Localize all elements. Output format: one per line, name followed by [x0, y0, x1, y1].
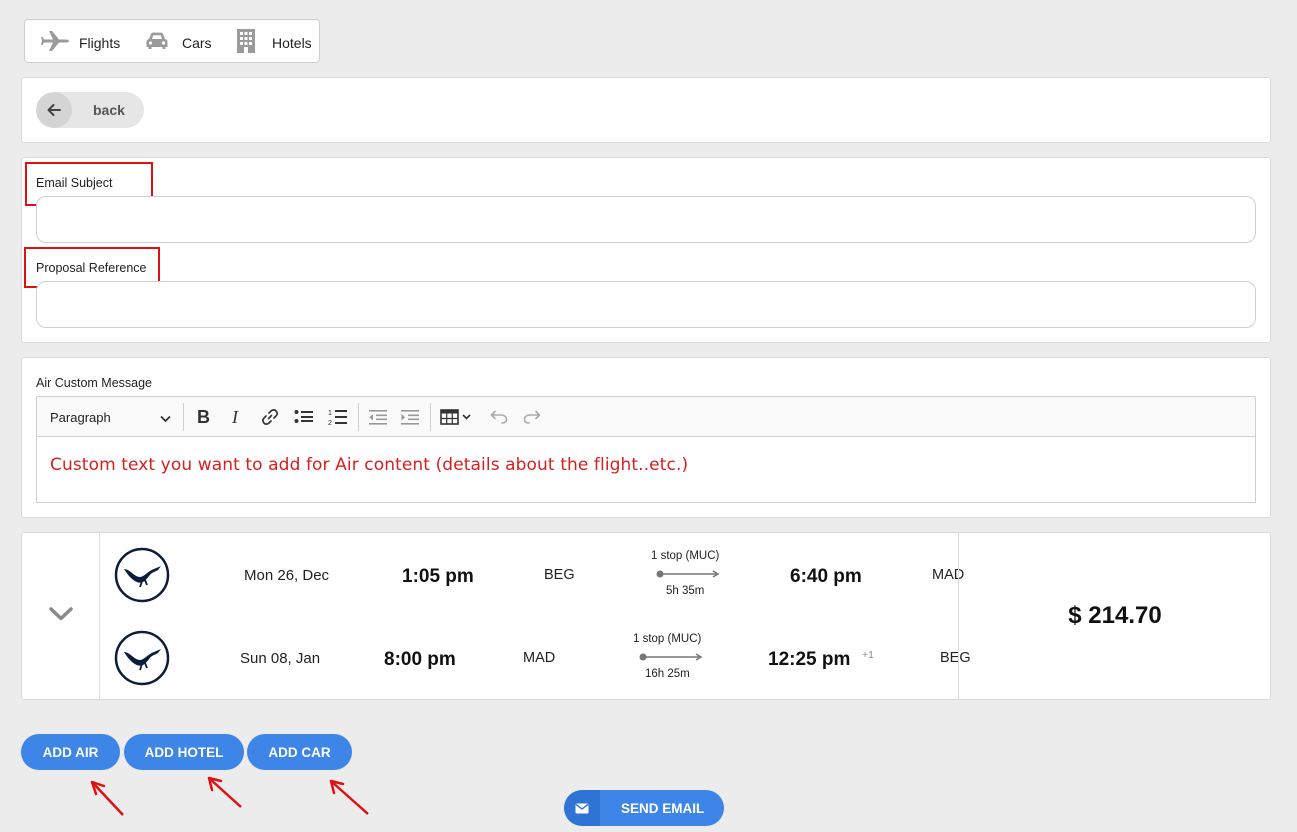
search-type-tabs: Flights Cars Hotels	[24, 19, 320, 63]
tab-flights[interactable]: Flights	[41, 20, 120, 62]
proposal-reference-label: Proposal Reference	[36, 261, 147, 275]
numbered-list-icon[interactable]: 12	[322, 397, 354, 437]
italic-icon[interactable]: I	[222, 397, 252, 437]
air-custom-message-label: Air Custom Message	[36, 376, 153, 390]
tab-cars-label: Cars	[182, 35, 212, 51]
tab-cars[interactable]: Cars	[145, 20, 212, 62]
editor-content-area[interactable]: Custom text you want to add for Air cont…	[36, 436, 1256, 503]
bold-icon[interactable]: B	[189, 397, 219, 437]
send-email-button[interactable]: SEND EMAIL	[564, 790, 724, 826]
svg-text:2: 2	[328, 420, 332, 426]
email-form-card: Email Subject Proposal Reference	[21, 157, 1271, 343]
annotation-arrow	[329, 779, 369, 815]
plane-icon	[41, 29, 69, 53]
lufthansa-logo-icon	[114, 547, 170, 608]
segment-origin: MAD	[523, 650, 556, 666]
lufthansa-logo-icon	[114, 630, 170, 691]
segment-depart-time: 8:00 pm	[384, 649, 456, 670]
svg-text:I: I	[231, 409, 239, 425]
block-format-value: Paragraph	[50, 409, 111, 425]
tab-flights-label: Flights	[79, 35, 121, 51]
annotation-arrow	[207, 776, 242, 808]
annotation-arrow	[90, 780, 124, 816]
envelope-icon	[564, 790, 600, 826]
segment-day-offset: +1	[862, 649, 874, 661]
outdent-icon[interactable]	[362, 397, 394, 437]
segment-stops: 1 stop (MUC)	[633, 633, 702, 645]
flight-segment-return: Sun 08, Jan 8:00 pm MAD 1 stop (MUC) 16h…	[100, 616, 971, 699]
segment-route-arrow	[656, 570, 720, 578]
segment-arrive-time: 12:25 pm	[768, 649, 851, 670]
send-email-label: SEND EMAIL	[621, 800, 705, 816]
tab-hotels-label: Hotels	[272, 35, 312, 51]
bulleted-list-icon[interactable]	[288, 397, 320, 437]
link-icon[interactable]	[255, 397, 285, 437]
building-icon	[235, 28, 257, 54]
indent-icon[interactable]	[394, 397, 426, 437]
flight-itinerary-card: Mon 26, Dec 1:05 pm BEG 1 stop (MUC) 5h …	[21, 532, 1271, 700]
segment-arrive-time: 6:40 pm	[790, 566, 862, 587]
toolbar-separator	[183, 403, 184, 431]
segment-origin: BEG	[544, 567, 575, 583]
svg-text:B: B	[197, 409, 210, 425]
segment-stops: 1 stop (MUC)	[651, 550, 720, 562]
toolbar-separator	[358, 403, 359, 431]
redo-icon[interactable]	[517, 397, 547, 437]
add-air-button[interactable]: ADD AIR	[21, 734, 120, 770]
segment-depart-time: 1:05 pm	[402, 566, 474, 587]
email-subject-input[interactable]	[36, 196, 1256, 243]
back-button[interactable]: back	[36, 92, 144, 128]
editor-toolbar: Paragraph B I 12	[36, 396, 1256, 436]
undo-icon[interactable]	[484, 397, 514, 437]
chevron-down-icon	[160, 411, 171, 426]
add-car-button[interactable]: ADD CAR	[247, 734, 352, 770]
car-icon	[145, 31, 169, 51]
segment-duration: 16h 25m	[645, 668, 690, 680]
expand-toggle[interactable]	[22, 533, 100, 699]
arrow-left-icon	[36, 92, 72, 128]
toolbar-separator	[430, 403, 431, 431]
air-custom-message-card: Air Custom Message Paragraph B I 12 Cust…	[21, 357, 1271, 518]
segment-duration: 5h 35m	[666, 585, 705, 597]
svg-text:1: 1	[328, 410, 332, 417]
email-subject-label: Email Subject	[36, 176, 113, 190]
price-column: $ 214.70	[958, 533, 1271, 699]
segment-date: Sun 08, Jan	[240, 650, 321, 667]
editor-content-text: Custom text you want to add for Air cont…	[50, 455, 689, 475]
total-price: $ 214.70	[1068, 602, 1162, 629]
table-icon[interactable]	[435, 397, 477, 437]
proposal-reference-input[interactable]	[36, 281, 1256, 328]
add-hotel-button[interactable]: ADD HOTEL	[124, 734, 244, 770]
chevron-down-icon	[48, 606, 73, 626]
back-card: back	[21, 77, 1271, 143]
block-format-dropdown[interactable]: Paragraph	[37, 397, 183, 437]
segment-route-arrow	[639, 653, 703, 661]
back-button-label: back	[93, 102, 125, 118]
flight-segment-outbound: Mon 26, Dec 1:05 pm BEG 1 stop (MUC) 5h …	[100, 533, 964, 616]
segment-date: Mon 26, Dec	[244, 567, 330, 584]
tab-hotels[interactable]: Hotels	[235, 20, 312, 62]
